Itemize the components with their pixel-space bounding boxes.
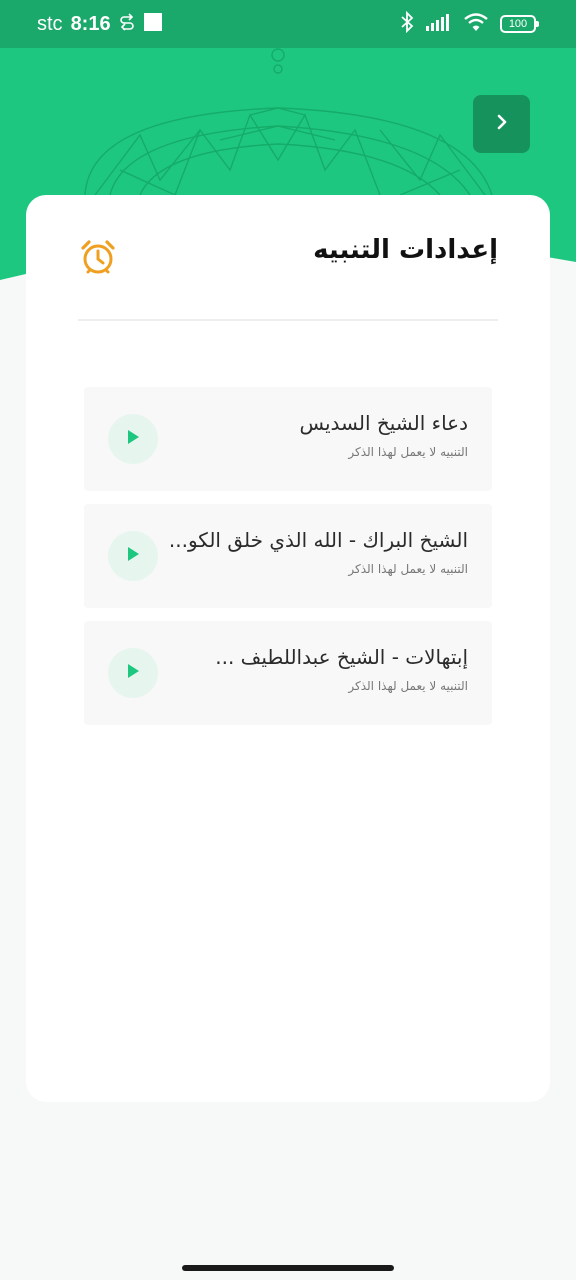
back-button[interactable]	[473, 95, 530, 153]
sync-icon	[119, 12, 135, 36]
play-icon	[126, 546, 140, 566]
sound-item[interactable]: إبتهالات - الشيخ عبداللطيف ... التنبيه ل…	[84, 621, 492, 725]
battery-indicator: 100	[500, 15, 539, 33]
sound-item[interactable]: دعاء الشيخ السديس التنبيه لا يعمل لهذا ا…	[84, 387, 492, 491]
sound-text: دعاء الشيخ السديس التنبيه لا يعمل لهذا ا…	[168, 411, 468, 459]
carrier-name: stc	[37, 12, 63, 35]
home-indicator[interactable]	[182, 1265, 394, 1271]
notification-square-icon	[143, 12, 163, 37]
status-bar-left: stc 8:16	[37, 0, 163, 48]
sound-status: التنبيه لا يعمل لهذا الذكر	[348, 562, 468, 576]
play-button[interactable]	[108, 414, 158, 464]
sound-title: دعاء الشيخ السديس	[299, 411, 468, 435]
sound-item[interactable]: الشيخ البراك - الله الذي خلق الكو... الت…	[84, 504, 492, 608]
bluetooth-icon	[400, 10, 414, 37]
signal-icon	[426, 13, 452, 35]
chevron-right-icon	[495, 114, 509, 134]
status-time: 8:16	[70, 12, 111, 35]
sound-title: الشيخ البراك - الله الذي خلق الكو...	[168, 528, 468, 552]
sound-list: دعاء الشيخ السديس التنبيه لا يعمل لهذا ا…	[84, 387, 492, 738]
sound-title: إبتهالات - الشيخ عبداللطيف ...	[215, 645, 468, 669]
alarm-clock-icon	[80, 239, 116, 275]
play-icon	[126, 663, 140, 683]
play-button[interactable]	[108, 648, 158, 698]
play-button[interactable]	[108, 531, 158, 581]
page-title: إعدادات التنبيه	[313, 235, 498, 265]
wifi-icon	[464, 12, 488, 36]
alarm-settings-card: إعدادات التنبيه دعاء الشيخ السديس التنبي…	[26, 195, 550, 1102]
play-icon	[126, 429, 140, 449]
sound-text: إبتهالات - الشيخ عبداللطيف ... التنبيه ل…	[168, 645, 468, 693]
title-divider	[78, 319, 498, 321]
sound-status: التنبيه لا يعمل لهذا الذكر	[348, 679, 468, 693]
status-bar: stc 8:16 100	[0, 0, 576, 48]
sound-text: الشيخ البراك - الله الذي خلق الكو... الت…	[168, 528, 468, 576]
status-bar-right: 100	[400, 0, 539, 48]
sound-status: التنبيه لا يعمل لهذا الذكر	[348, 445, 468, 459]
